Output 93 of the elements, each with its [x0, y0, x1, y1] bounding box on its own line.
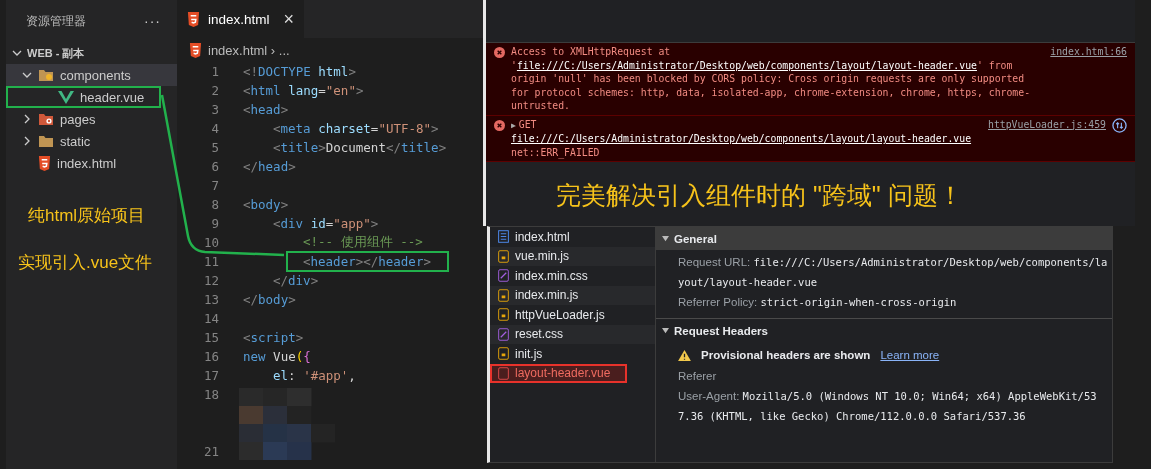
code-line: <title>Document</title> [273, 140, 447, 155]
error-icon [494, 119, 505, 131]
editor-tab[interactable]: index.html × [177, 0, 305, 38]
line-number: 3 [210, 102, 219, 117]
code-line: </head> [243, 159, 296, 174]
line-number: 2 [210, 83, 219, 98]
line-number: 12 [202, 273, 219, 288]
section-header[interactable]: Request Headers [656, 318, 1112, 342]
annotation-text: 实现引入.vue文件 [18, 252, 154, 274]
code-line: <!DOCTYPE html> [243, 64, 356, 79]
request-item[interactable]: index.min.css [490, 266, 655, 286]
request-item[interactable]: init.js [490, 344, 655, 364]
warning-icon [678, 349, 691, 361]
request-item[interactable]: vue.min.js [490, 246, 655, 266]
request-item[interactable]: httpVueLoader.js [490, 305, 655, 325]
folder-icon [38, 112, 54, 126]
script-file-icon [498, 249, 509, 263]
script-file-icon [498, 288, 509, 302]
learn-more-link[interactable]: Learn more [880, 349, 940, 361]
file-tree-item[interactable]: components [6, 64, 177, 86]
error-icon [494, 47, 505, 58]
line-number: 13 [202, 292, 219, 307]
code-line: <div id="app"> [273, 216, 379, 231]
section-header[interactable]: General [656, 227, 1112, 250]
code-line: <html lang="en"> [243, 83, 364, 98]
source-link[interactable]: index.html:66 [1050, 45, 1127, 59]
line-number: 6 [210, 159, 219, 174]
code-line: <meta charset="UTF-8"> [273, 121, 439, 136]
code-line: </div> [273, 273, 319, 288]
request-item[interactable]: index.html [490, 227, 655, 247]
script-file-icon [498, 347, 509, 361]
explorer-title: 资源管理器 [26, 13, 86, 29]
line-number: 5 [210, 140, 219, 155]
more-actions-button[interactable]: ··· [144, 13, 161, 29]
error-message: ▶ GET file:///C:/Users/Administrator/Desktop/web/components/layout/layout-header.vue net::ERR_FAILED [511, 117, 973, 159]
folder-icon [38, 68, 54, 82]
code-line: <head> [243, 102, 289, 117]
error-message: Access to XMLHttpRequest at 'file:///C:/Users/Administrator/Desktop/web/components/layout/layout-header.vue' from origin 'null' has been blocked by CORS policy: Cross origin requests are only supported for protocol schemes: http, data, isolated-app, chrome-extension, chrome, https, chrome-untrusted. [511, 45, 1032, 113]
chevron-icon [22, 114, 32, 124]
network-request-icon[interactable] [1112, 117, 1127, 133]
annotation-text: 纯html原始项目 [28, 205, 147, 227]
file-link[interactable]: file:///C:/Users/Administrator/Desktop/web/components/layout/layout-header.vue [516, 59, 977, 71]
file-link[interactable]: file:///C:/Users/Administrator/Desktop/web/components/layout/layout-header.vue [511, 133, 972, 144]
request-item[interactable]: reset.css [490, 324, 655, 344]
file-icon [498, 366, 509, 380]
request-item[interactable]: index.min.js [490, 285, 655, 305]
banner-headline: 完美解决引入组件时的 "跨域" 问题！ [556, 180, 964, 210]
file-tree-item[interactable]: header.vue [6, 86, 161, 108]
line-number: 7 [210, 178, 219, 193]
line-number: 15 [202, 330, 219, 345]
line-number: 10 [202, 235, 219, 250]
html-file-icon [38, 155, 51, 171]
breadcrumb[interactable]: index.html › ... [208, 42, 290, 58]
line-number: 9 [210, 216, 219, 231]
code-line: <script> [243, 330, 304, 345]
line-number: 1 [210, 64, 219, 79]
line-number: 14 [202, 311, 219, 326]
header-field: Referrer Policy: strict-origin-when-cross-origin [678, 292, 1112, 312]
line-number: 4 [210, 121, 219, 136]
file-tree-item[interactable]: index.html [6, 152, 177, 174]
stylesheet-icon [498, 327, 509, 341]
line-number: 11 [202, 254, 219, 269]
source-link[interactable]: httpVueLoader.js:459 [988, 117, 1106, 131]
line-number: 16 [202, 349, 219, 364]
code-line: <!-- 使用组件 --> [303, 234, 423, 249]
line-number: 18 [202, 387, 219, 402]
script-file-icon [498, 308, 509, 322]
chevron-icon [22, 70, 32, 80]
code-line: new Vue({ [243, 349, 311, 364]
code-line: el: '#app', [273, 368, 356, 383]
folder-icon [38, 134, 54, 148]
line-number: 8 [210, 197, 219, 212]
html-file-icon [189, 42, 202, 58]
project-root-item[interactable]: WEB - 副本 [6, 42, 177, 64]
header-field: Referer [678, 366, 1112, 386]
expand-toggle[interactable]: ▶ [511, 120, 516, 130]
line-number: 21 [202, 444, 219, 459]
file-tree-item[interactable]: pages [6, 108, 177, 130]
html-file-icon [187, 11, 200, 27]
code-line: <body> [243, 197, 289, 212]
line-number: 17 [202, 368, 219, 383]
header-field: User-Agent: Mozilla/5.0 (Windows NT 10.0; Win64; x64) AppleWebKit/537.36 (KHTML, like Gecko) Chrome/112.0.0.0 Safari/537.36 [678, 386, 1112, 426]
warning-text: Provisional headers are shown [701, 349, 871, 361]
request-item[interactable]: layout-header.vue [490, 363, 627, 383]
chevron-icon [22, 136, 32, 146]
close-button[interactable]: × [283, 8, 295, 30]
document-icon [498, 230, 509, 244]
disclosure-icon [662, 235, 669, 242]
disclosure-icon [662, 327, 669, 334]
code-line: </body> [243, 292, 296, 307]
vue-file-icon [58, 90, 74, 104]
stylesheet-icon [498, 269, 509, 283]
file-tree-item[interactable]: static [6, 130, 177, 152]
